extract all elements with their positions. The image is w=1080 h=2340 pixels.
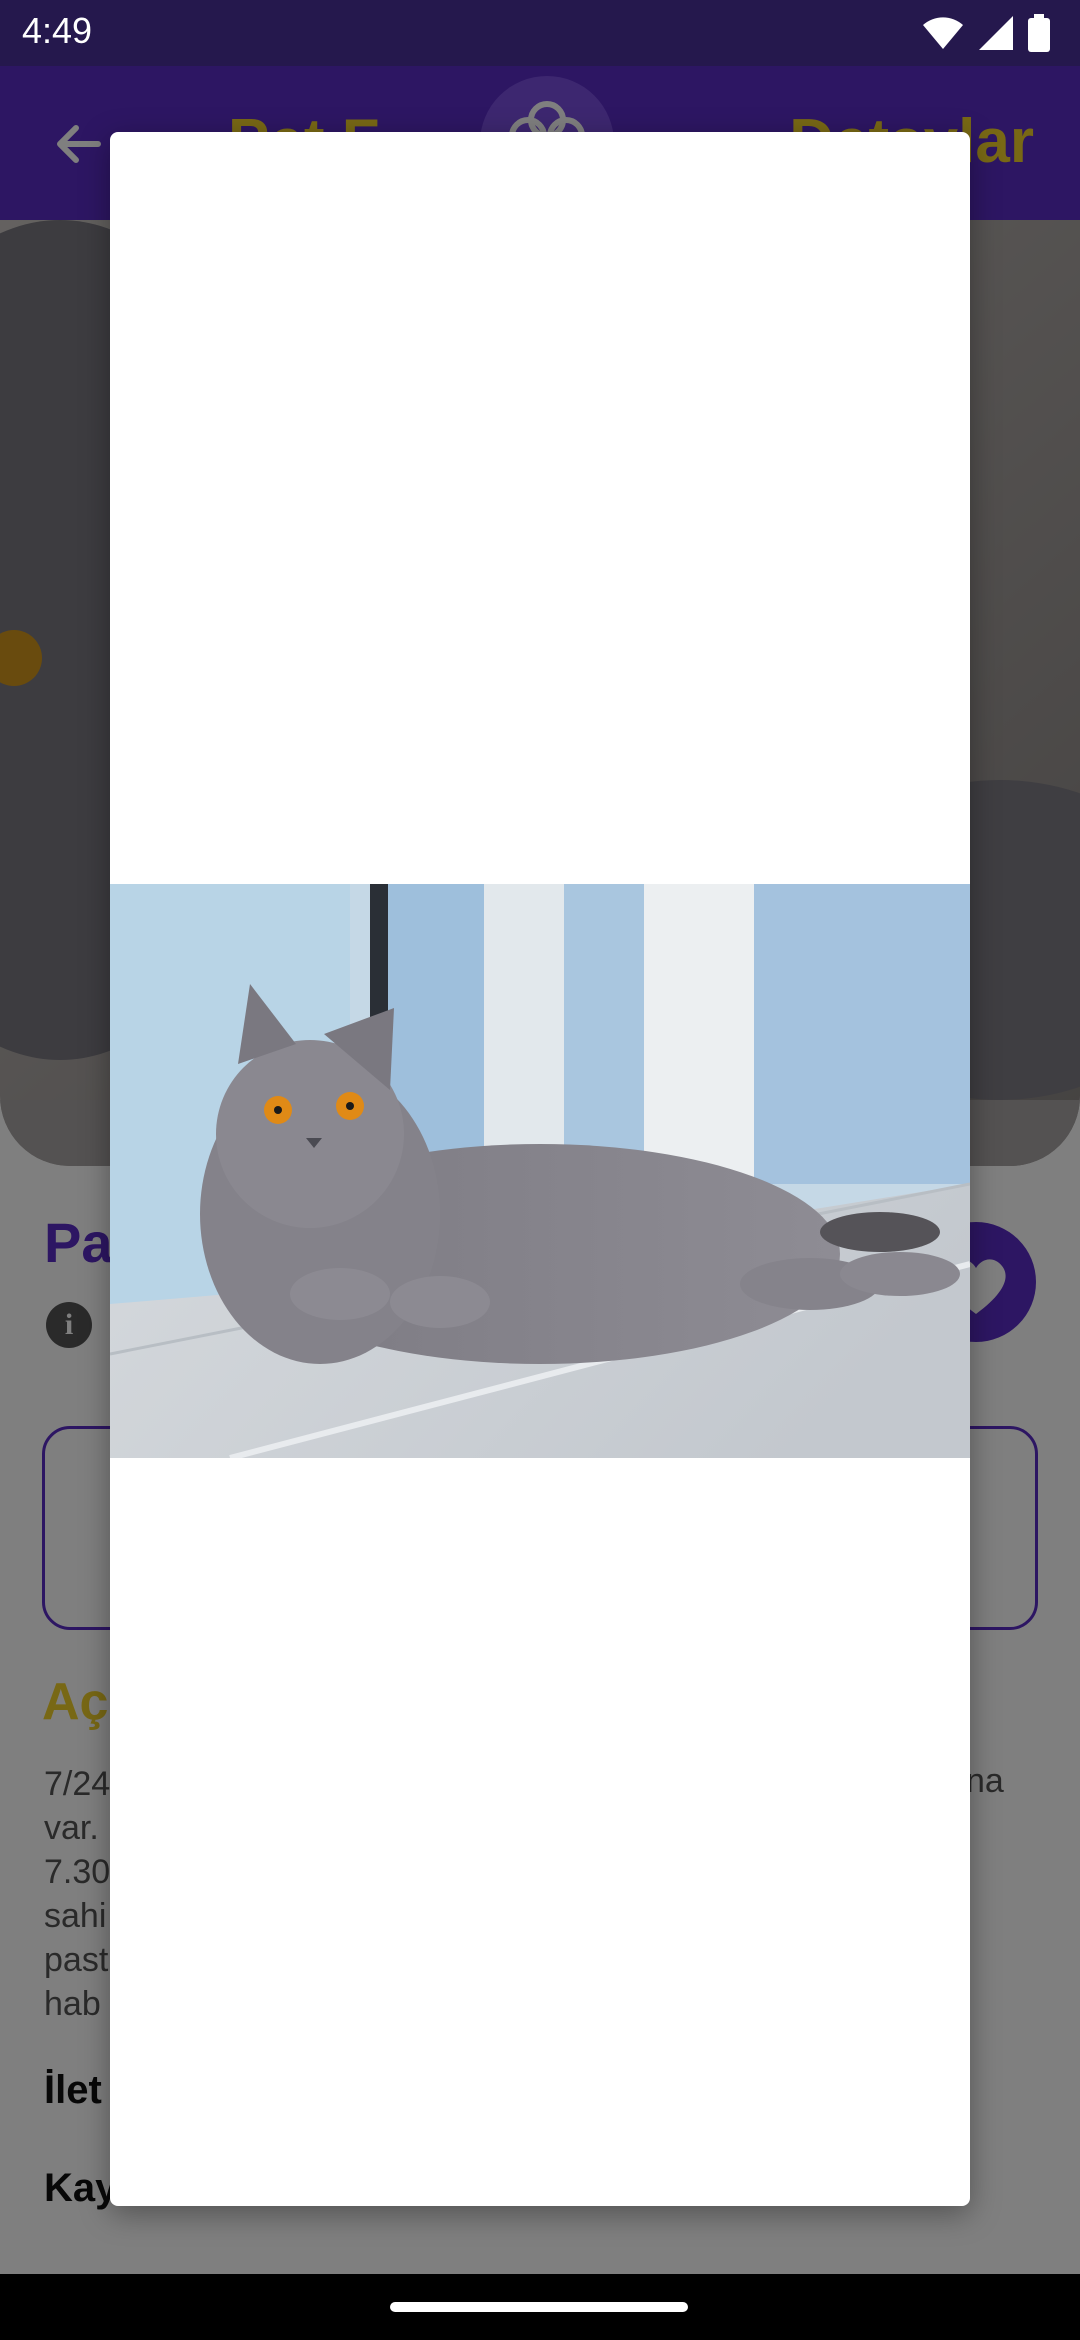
home-indicator[interactable] [390, 2302, 688, 2312]
wifi-icon [923, 17, 963, 49]
status-time: 4:49 [22, 10, 93, 51]
cell-signal-icon [979, 16, 1013, 50]
cat-photo [110, 884, 970, 1461]
status-icons [922, 14, 1050, 52]
navigation-bar [0, 2274, 1080, 2340]
battery-icon [1028, 14, 1050, 52]
status-bar: 4:49 [0, 0, 1080, 66]
image-preview-dialog [110, 132, 970, 2206]
